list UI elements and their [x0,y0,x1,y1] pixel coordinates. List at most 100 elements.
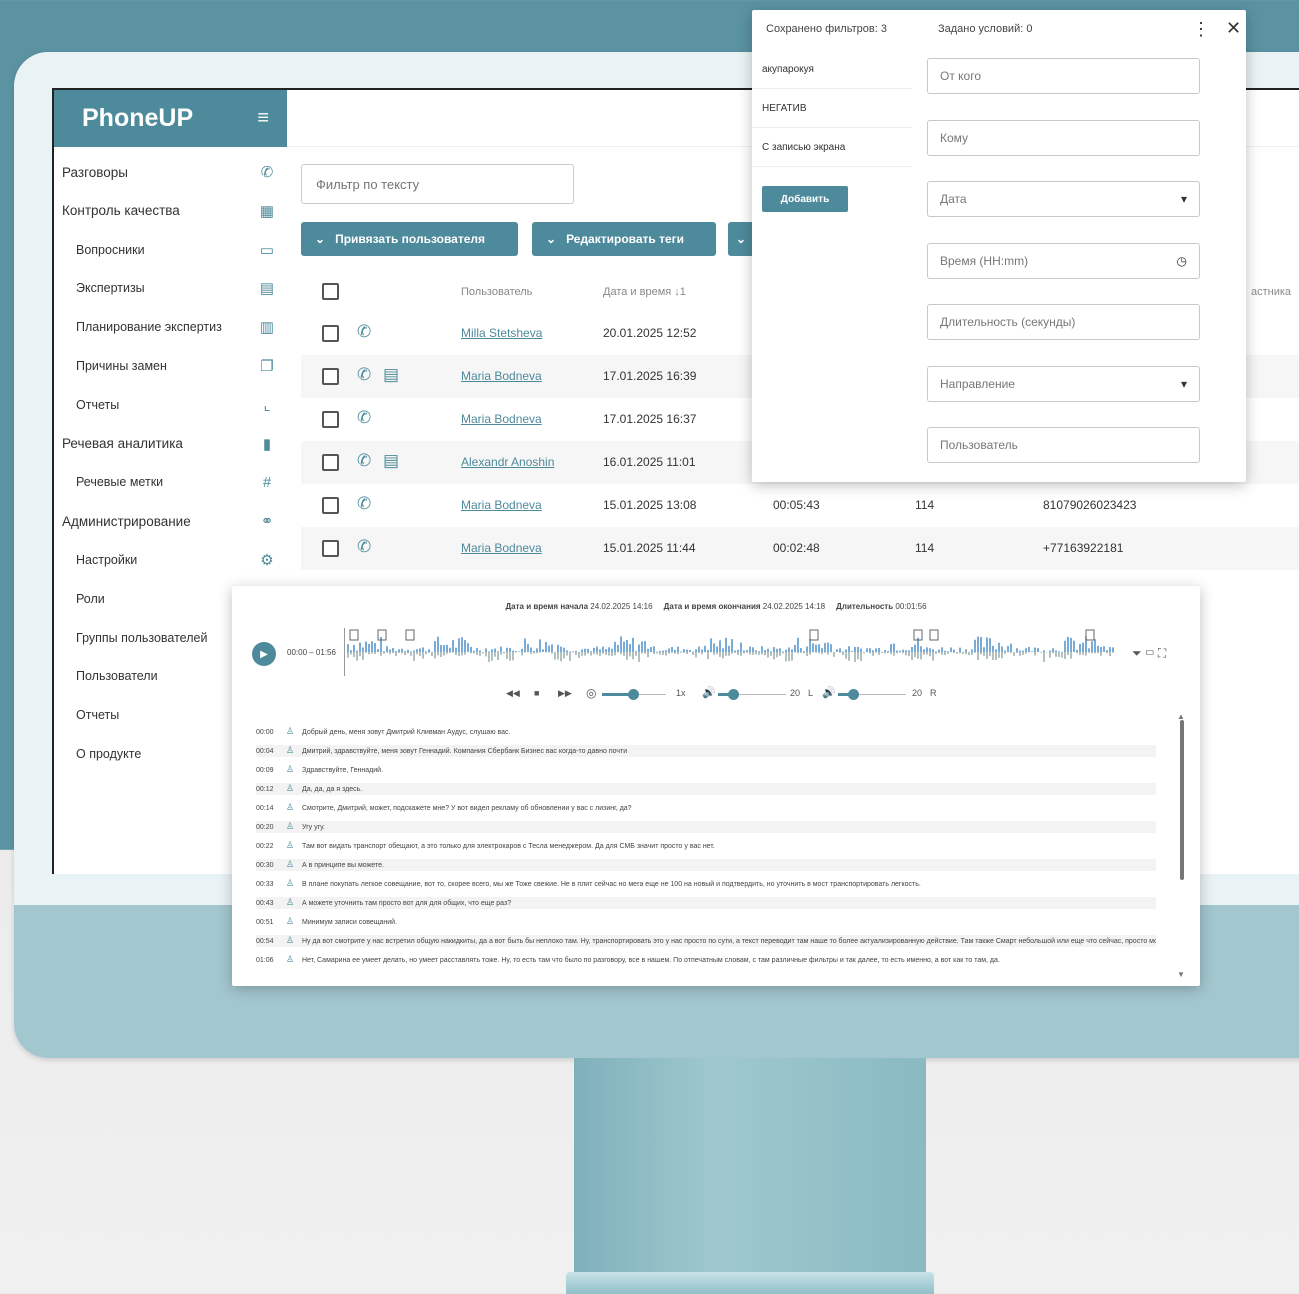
transcript-line[interactable]: 00:00 ♙ Добрый день, меня зовут Дмитрий Кл… [256,726,1156,738]
transcript-scrollbar[interactable] [1180,720,1184,880]
row-datetime: 17.01.2025 16:39 [603,369,697,383]
audio-waveform[interactable] [344,628,1124,676]
transcript-line[interactable]: 00:04 ♙ Дмитрий, здравствуйте, меня зовут … [256,745,1156,757]
sidebar-item[interactable]: Речевая аналитика ▮ [54,425,287,463]
column-datetime[interactable]: Дата и время ↓1 [603,286,686,298]
row-checkbox[interactable] [322,411,339,428]
sidebar-item-label: Экспертизы [76,281,145,296]
transcript-line[interactable]: 00:30 ♙ А в принципе вы можете. [256,859,1156,871]
rewind-icon[interactable]: ◀◀ [506,688,520,699]
row-user-link[interactable]: Milla Stetsheva [461,326,542,340]
stop-icon[interactable]: ■ [534,688,539,698]
transcript-line[interactable]: 00:20 ♙ Угу угу. [256,821,1156,833]
select-all-checkbox[interactable] [322,283,339,300]
phone-icon[interactable]: ✆ [357,494,371,514]
waveform-marker-icon [349,629,359,641]
transcript-icon[interactable]: ▤ [383,365,399,385]
table-row[interactable]: ✆ Maria Bodneva 15.01.2025 13:08 00:05:43 11… [301,484,1299,527]
transcript-line[interactable]: 00:09 ♙ Здравствуйте, Геннадий. [256,764,1156,776]
sidebar-item[interactable]: Вопросники ▭ [54,231,287,269]
filter-field[interactable]: Длительность (секунды) [927,304,1200,340]
transcript-line[interactable]: 00:12 ♙ Да, да, да я здесь. [256,783,1156,795]
sidebar-item[interactable]: Причины замен ❐ [54,347,287,385]
scroll-down-icon[interactable]: ▼ [1177,970,1185,979]
speaker-icon: ♙ [286,935,295,945]
add-filter-button[interactable]: Добавить [762,186,848,212]
filter-field[interactable]: От кого [927,58,1200,94]
row-user-link[interactable]: Maria Bodneva [461,369,542,383]
saved-filter-item[interactable]: НЕГАТИВ [752,90,912,128]
transcript-line[interactable]: 00:43 ♙ А можете уточнить там просто вот д… [256,897,1156,909]
row-checkbox[interactable] [322,497,339,514]
volume-right-knob[interactable] [848,689,859,700]
transcript-time: 00:51 [256,919,274,926]
saved-filter-item[interactable]: акупарокуя [752,51,912,89]
row-datetime: 16.01.2025 11:01 [603,455,696,469]
fullscreen-icon[interactable]: ⛶ [1158,646,1166,660]
transcript-line[interactable]: 00:22 ♙ Там вот видать транспорт обещают, … [256,840,1156,852]
volume-right-side: R [930,688,937,698]
volume-right-track [852,694,906,695]
sidebar-item-label: Речевая аналитика [62,436,183,452]
column-datetime-label: Дата и время [603,286,672,298]
sidebar-item-label: Речевые метки [76,475,164,490]
table-row[interactable]: ✆ Maria Bodneva 15.01.2025 11:44 00:02:48 11… [301,527,1299,570]
transcript-line[interactable]: 00:51 ♙ Минимум записи совещаний. [256,916,1156,928]
row-checkbox[interactable] [322,368,339,385]
row-user-link[interactable]: Maria Bodneva [461,498,542,512]
screen-icon[interactable]: ▭ [1145,646,1155,660]
sidebar-item[interactable]: Администрирование ⚭ [54,502,287,540]
transcript-text: Да, да, да я здесь. [302,786,363,793]
filter-field[interactable]: Дата ▾ [927,181,1200,217]
phone-icon[interactable]: ✆ [357,451,371,471]
filter-icon[interactable]: ⏷ [1132,646,1142,660]
phone-icon[interactable]: ✆ [357,408,371,428]
filter-field-label: Пользователь [940,438,1018,452]
transcript-text: Здравствуйте, Геннадий. [302,767,384,774]
dropdown-arrow-icon: ▾ [1180,192,1187,206]
row-checkbox[interactable] [322,325,339,342]
transcript-time: 01:06 [256,957,274,964]
sidebar-item[interactable]: Настройки ⚙ [54,541,287,579]
close-icon[interactable]: ✕ [1226,18,1241,39]
volume-left-knob[interactable] [728,689,739,700]
speed-slider-knob[interactable] [628,689,639,700]
transcript-line[interactable]: 00:54 ♙ Ну да вот смотрите у нас встретил … [256,935,1156,947]
filter-field[interactable]: Кому [927,119,1200,156]
transcript-line[interactable]: 00:14 ♙ Смотрите, Дмитрий, может, подскаже… [256,802,1156,814]
sidebar-item[interactable]: Планирование экспертиз ▥ [54,308,287,346]
waveform-marker-icon [377,629,387,641]
play-button[interactable]: ▶ [252,642,276,666]
transcript-line[interactable]: 00:33 ♙ В плане покупать легкое совещание,… [256,878,1156,890]
edit-tags-button[interactable]: ⌄ Редактировать теги [532,222,716,256]
forward-icon[interactable]: ▶▶ [558,688,572,699]
row-user-link[interactable]: Maria Bodneva [461,412,542,426]
sidebar-item[interactable]: Экспертизы ▤ [54,269,287,307]
sidebar-item[interactable]: Речевые метки # [54,463,287,501]
phone-icon[interactable]: ✆ [357,365,371,385]
row-user-link[interactable]: Maria Bodneva [461,541,542,555]
phone-icon[interactable]: ✆ [357,322,371,342]
saved-filter-item[interactable]: С записью экрана [752,129,912,167]
bind-user-button[interactable]: ⌄ Привязать пользователя [301,222,518,256]
transcript-text: Смотрите, Дмитрий, может, подскажете мне… [302,805,632,812]
sidebar-item[interactable]: Контроль качества ▦ [54,192,287,230]
sidebar-item[interactable]: Разговоры ✆ [54,153,287,191]
filter-field-label: Время (HH:mm) [940,253,1029,268]
speaker-icon: ♙ [286,783,295,793]
filter-field[interactable]: Время (HH:mm) ◷ [927,242,1200,279]
hamburger-menu-icon[interactable]: ≡ [257,107,269,130]
phone-icon[interactable]: ✆ [357,537,371,557]
transcript-line[interactable]: 01:06 ♙ Нет, Самарина ее умеет делать, но … [256,954,1156,966]
more-vert-icon[interactable]: ⋮ [1192,19,1210,40]
filter-field[interactable]: Направление ▾ [927,365,1200,402]
row-checkbox[interactable] [322,454,339,471]
row-user-link[interactable]: Alexandr Anoshin [461,455,554,469]
gear-icon: ⚙ [260,552,274,569]
text-filter-input[interactable] [301,164,574,204]
bind-user-label: Привязать пользователя [335,232,486,246]
sidebar-item[interactable]: Отчеты ⌞ [54,386,287,424]
row-checkbox[interactable] [322,540,339,557]
transcript-icon[interactable]: ▤ [383,451,399,471]
filter-field[interactable]: Пользователь [927,427,1200,463]
